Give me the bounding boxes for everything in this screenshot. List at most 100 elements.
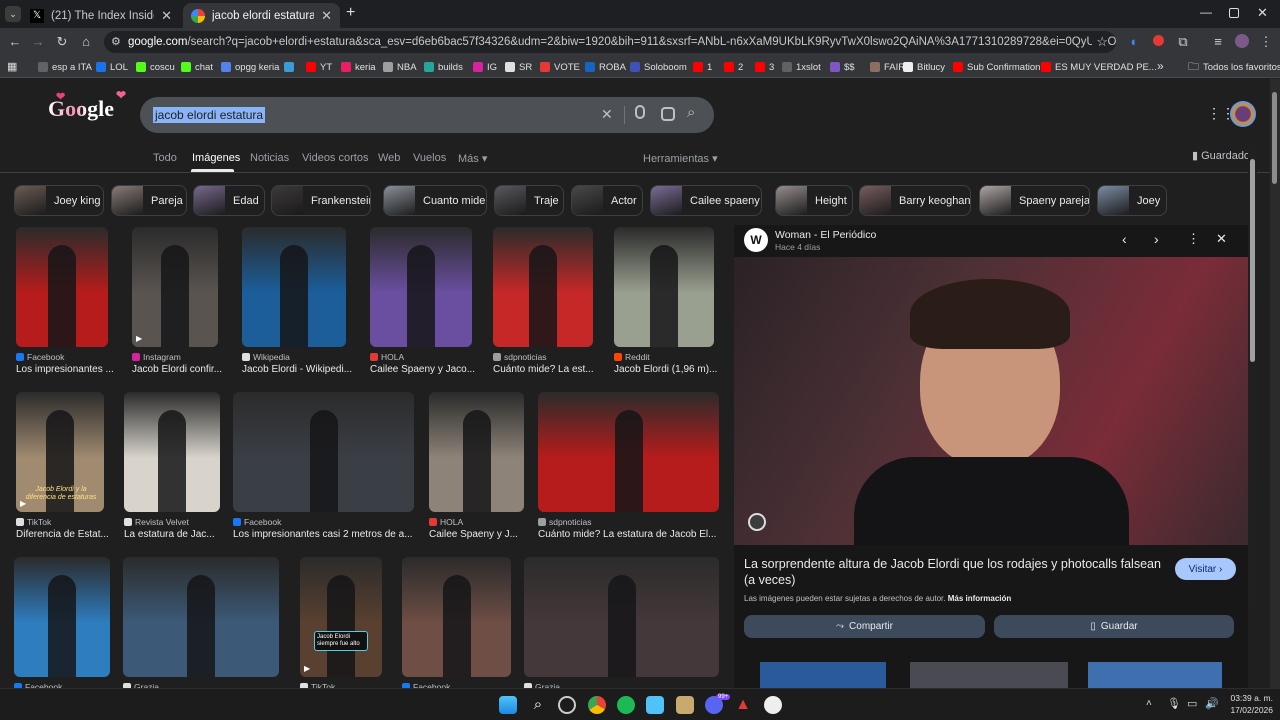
bookmark-item[interactable]: LOL: [96, 59, 128, 75]
tab-google-search[interactable]: jacob elordi estatura - Buscar c ✕: [183, 3, 340, 28]
image-result[interactable]: Grazia: [123, 557, 279, 688]
media-controls-icon[interactable]: ≡: [1210, 34, 1226, 50]
new-tab-button[interactable]: +: [346, 4, 355, 22]
bookmark-item[interactable]: opgg keria: [221, 59, 279, 75]
result-thumbnail[interactable]: [242, 227, 346, 347]
result-thumbnail[interactable]: [614, 227, 714, 347]
image-result[interactable]: Wikipedia Jacob Elordi - Wikipedi...: [242, 227, 352, 387]
tab-more[interactable]: Más ▾: [458, 152, 487, 165]
related-search-chip[interactable]: Cuanto mide: [383, 185, 487, 216]
address-bar[interactable]: ⚙ google.com/search?q=jacob+elordi+estat…: [104, 31, 1116, 53]
result-title[interactable]: Cuánto mide? La est...: [493, 364, 603, 375]
search-icon[interactable]: ⌕: [687, 104, 695, 121]
all-bookmarks-folder[interactable]: 🗀 Todos los favoritos: [1188, 59, 1280, 75]
result-source[interactable]: Instagram: [132, 352, 181, 362]
tab-images[interactable]: Imágenes: [192, 152, 240, 164]
related-search-chip[interactable]: Barry keoghan: [859, 185, 971, 216]
result-title[interactable]: Cailee Spaeny y Jaco...: [370, 364, 482, 375]
lens-search-icon[interactable]: [661, 107, 675, 121]
reload-icon[interactable]: ↻: [54, 34, 70, 50]
image-result[interactable]: Facebook Los impresionantes ...: [16, 227, 114, 387]
game-app-icon[interactable]: [558, 696, 576, 714]
bookmark-item[interactable]: 2: [724, 59, 743, 75]
bookmark-item[interactable]: Sub Confirmation: [953, 59, 1040, 75]
image-result[interactable]: sdpnoticias Cuánto mide? La estatura de J…: [538, 392, 719, 552]
result-thumbnail[interactable]: [14, 557, 110, 677]
bookmark-item[interactable]: NBA: [383, 59, 417, 75]
more-bookmarks-button[interactable]: »: [1157, 59, 1164, 73]
tab-all[interactable]: Todo: [153, 152, 177, 164]
back-icon[interactable]: ←: [7, 34, 23, 50]
result-thumbnail[interactable]: [370, 227, 472, 347]
previous-icon[interactable]: ‹: [1122, 231, 1127, 247]
next-icon[interactable]: ›: [1154, 231, 1159, 247]
bookmark-item[interactable]: YT: [306, 59, 332, 75]
bookmark-item[interactable]: $$: [830, 59, 855, 75]
tab-flights[interactable]: Vuelos: [413, 152, 446, 164]
system-clock[interactable]: 03:39 a. m. 17/02/2026: [1230, 692, 1273, 716]
result-thumbnail[interactable]: [429, 392, 524, 512]
panel-scrollbar-thumb[interactable]: [1250, 159, 1255, 362]
close-window-button[interactable]: ✕: [1257, 5, 1268, 21]
save-button[interactable]: ▯ Guardar: [994, 615, 1234, 638]
extensions-puzzle-icon[interactable]: ⧉: [1175, 34, 1191, 50]
result-thumbnail[interactable]: [402, 557, 511, 677]
bookmark-item[interactable]: chat: [181, 59, 213, 75]
image-result[interactable]: Facebook: [402, 557, 511, 688]
preview-title[interactable]: La sorprendente altura de Jacob Elordi q…: [744, 556, 1164, 588]
image-result[interactable]: Reddit Jacob Elordi (1,96 m)...: [614, 227, 717, 387]
bookmark-item[interactable]: IG: [473, 59, 497, 75]
network-icon[interactable]: ▭: [1187, 697, 1197, 710]
browser-menu-icon[interactable]: ⋮: [1258, 34, 1274, 50]
image-result[interactable]: Jacob Elordi siempre fue alto ▶ TikTok: [300, 557, 382, 688]
result-thumbnail[interactable]: ▶: [132, 227, 218, 347]
bookmark-item[interactable]: Soloboom: [630, 59, 687, 75]
extension-icon[interactable]: ◖: [1125, 34, 1141, 50]
result-title[interactable]: Diferencia de Estat...: [16, 529, 114, 540]
bookmark-item[interactable]: [284, 59, 298, 75]
extension-red-icon[interactable]: [1150, 34, 1166, 50]
related-search-chip[interactable]: Traje: [494, 185, 564, 216]
apps-grid-icon[interactable]: ▦: [7, 60, 17, 73]
share-button[interactable]: ⤳ Compartir: [744, 615, 985, 638]
result-source[interactable]: Facebook: [233, 517, 281, 527]
related-image[interactable]: [760, 662, 886, 688]
result-thumbnail[interactable]: [124, 392, 220, 512]
related-search-chip[interactable]: Actor: [571, 185, 643, 216]
bookmark-item[interactable]: coscu: [136, 59, 175, 75]
result-title[interactable]: Los impresionantes casi 2 metros de a...: [233, 529, 424, 540]
result-title[interactable]: Cuánto mide? La estatura de Jacob El...: [538, 529, 729, 540]
tab-x-post[interactable]: 𝕏 (21) The Index Insider en X: "To ✕: [22, 3, 180, 28]
home-icon[interactable]: ⌂: [78, 34, 94, 50]
profile-avatar-icon[interactable]: [1234, 34, 1250, 50]
show-hidden-icons[interactable]: ˄: [1146, 698, 1152, 709]
image-result[interactable]: Revista Velvet La estatura de Jac...: [124, 392, 220, 552]
volume-icon[interactable]: 🔊: [1205, 697, 1219, 710]
bookmark-item[interactable]: Bitlucy: [903, 59, 945, 75]
more-options-icon[interactable]: ⋮: [1187, 231, 1200, 247]
image-result[interactable]: HOLA Cailee Spaeny y Jaco...: [370, 227, 475, 387]
image-result[interactable]: Facebook Los impresionantes casi 2 metros…: [233, 392, 414, 552]
result-title[interactable]: La estatura de Jac...: [124, 529, 230, 540]
chrome-icon[interactable]: [588, 696, 606, 714]
close-tab-icon[interactable]: ✕: [321, 8, 332, 24]
close-tab-icon[interactable]: ✕: [161, 8, 172, 24]
close-panel-icon[interactable]: ✕: [1216, 231, 1227, 247]
preview-image[interactable]: [734, 257, 1248, 545]
search-box[interactable]: jacob elordi estatura ✕ ⌕: [140, 97, 714, 133]
tab-list-button[interactable]: ⌄: [5, 6, 21, 22]
result-title[interactable]: Jacob Elordi (1,96 m)...: [614, 364, 724, 375]
riot-client-icon[interactable]: [676, 696, 694, 714]
related-search-chip[interactable]: Pareja: [111, 185, 187, 216]
related-search-chip[interactable]: Joey: [1097, 185, 1167, 216]
related-search-chip[interactable]: Spaeny pareja: [979, 185, 1090, 216]
tab-short-videos[interactable]: Videos cortos: [302, 152, 368, 164]
result-title[interactable]: Jacob Elordi - Wikipedi...: [242, 364, 356, 375]
result-source[interactable]: Facebook: [16, 352, 64, 362]
more-info-link[interactable]: Más información: [948, 594, 1012, 603]
result-thumbnail[interactable]: [524, 557, 719, 677]
google-doodle-logo[interactable]: Google ❤ ❤: [48, 88, 126, 122]
image-result[interactable]: Facebook: [14, 557, 110, 688]
clear-search-icon[interactable]: ✕: [601, 106, 613, 123]
result-thumbnail[interactable]: Jacob Elordi siempre fue alto ▶: [300, 557, 382, 677]
